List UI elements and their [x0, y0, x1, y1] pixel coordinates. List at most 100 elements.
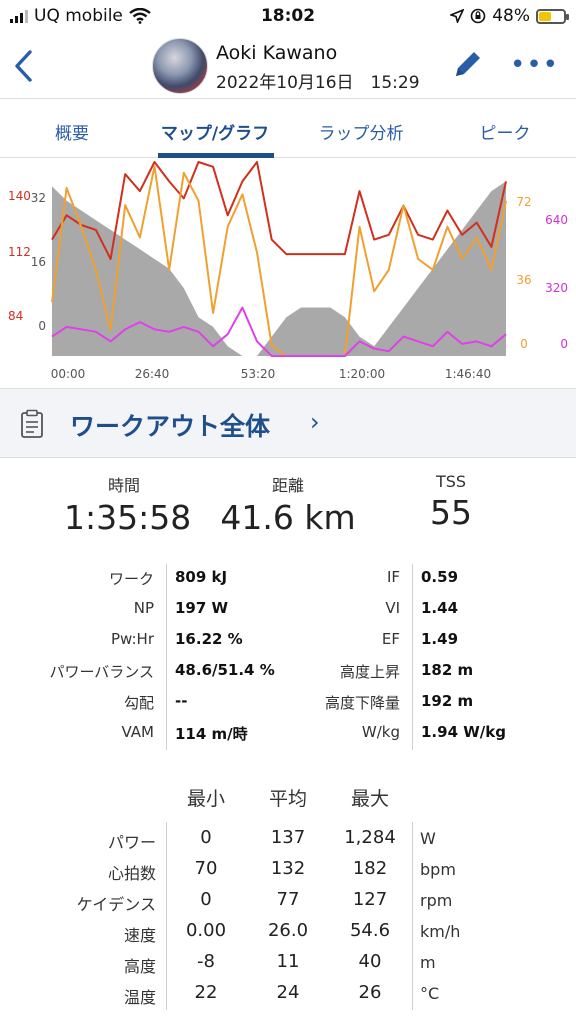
metric-row: パワーバランス 48.6/51.4 % 高度上昇 182 m	[0, 657, 576, 687]
cadence-axis-label: 72	[516, 195, 531, 209]
stats-min-value: 22	[194, 982, 218, 1003]
stats-label: 速度	[123, 926, 156, 945]
stats-unit: km/h	[420, 922, 461, 941]
power-axis-label: 0	[560, 337, 568, 351]
stats-header-min: 最小	[186, 788, 225, 810]
metric-label: VAM	[121, 723, 154, 741]
tab-lap-analysis[interactable]: ラップ分析	[308, 119, 414, 144]
stats-avg-value: 137	[270, 827, 306, 848]
speed-axis-label: 16	[31, 255, 46, 269]
stats-avg-value: 11	[276, 951, 300, 972]
back-arrow-icon[interactable]	[10, 46, 40, 86]
summary-label: TSS	[435, 472, 467, 491]
tab-map-graph[interactable]: マップ/グラフ	[150, 119, 280, 144]
chevron-right-icon: ›	[310, 408, 320, 436]
x-tick-label: 1:20:00	[339, 367, 385, 381]
stats-row: 速度 0.00 26.0 54.6 km/h	[0, 917, 576, 947]
battery-percent: 48%	[492, 6, 530, 26]
stats-min-value: 0	[200, 889, 212, 910]
metric-value: 182 m	[421, 661, 474, 679]
x-tick-label: 53:20	[241, 367, 276, 381]
stats-max-value: 40	[358, 951, 382, 972]
x-tick-label: 00:00	[51, 367, 86, 381]
stats-unit: °C	[420, 984, 440, 1003]
stats-label: パワー	[107, 833, 156, 852]
summary-value: 55	[430, 493, 472, 532]
metric-value: 0.59	[421, 568, 459, 586]
metric-row: ワーク 809 kJ IF 0.59	[0, 564, 576, 594]
power-axis-label: 640	[545, 213, 568, 227]
metric-label: 勾配	[123, 694, 154, 712]
tab-peak[interactable]: ピーク	[470, 119, 540, 144]
stats-max-value: 26	[358, 982, 382, 1003]
hr-axis-label: 84	[8, 309, 23, 323]
metric-row: Pw:Hr 16.22 % EF 1.49	[0, 626, 576, 656]
workout-section-header[interactable]: ワークアウト全体 ›	[0, 388, 576, 458]
battery-icon	[536, 8, 569, 24]
stats-row: 温度 22 24 26 °C	[0, 979, 576, 1009]
stats-unit: rpm	[420, 891, 453, 910]
metric-label: 高度上昇	[339, 663, 400, 681]
stats-max-value: 182	[352, 858, 388, 879]
stats-label: 高度	[123, 957, 156, 976]
metric-value: 1.94 W/kg	[421, 723, 506, 741]
stats-unit: W	[420, 829, 436, 848]
cadence-axis-label: 36	[516, 273, 531, 287]
metric-label: W/kg	[361, 723, 400, 741]
summary-value: 1:35:58	[64, 498, 192, 537]
athlete-name: Aoki Kawano	[216, 42, 338, 64]
stats-max-value: 1,284	[344, 827, 396, 848]
summary-label: 時間	[107, 476, 140, 495]
hr-axis-label: 112	[8, 245, 31, 259]
metric-value: 197 W	[175, 599, 229, 617]
tab-overview[interactable]: 概要	[52, 119, 92, 144]
metric-label: ワーク	[108, 570, 154, 588]
clipboard-icon	[21, 409, 43, 438]
metric-row: NP 197 W VI 1.44	[0, 595, 576, 625]
status-bar: UQ mobile 18:02 48%	[0, 0, 576, 34]
stats-label: 温度	[123, 988, 156, 1007]
stats-max-value: 54.6	[349, 920, 391, 941]
metric-value: --	[175, 692, 188, 710]
edit-pencil-icon[interactable]	[450, 46, 484, 82]
stats-row: ケイデンス 0 77 127 rpm	[0, 886, 576, 916]
metric-value: 16.22 %	[175, 630, 243, 648]
tab-bar: 概要 マップ/グラフ ラップ分析 ピーク	[0, 98, 576, 158]
metric-label: NP	[133, 599, 154, 617]
metric-label: 高度下降量	[324, 694, 400, 712]
rotation-lock-icon	[470, 8, 486, 24]
speed-axis-label: 32	[31, 191, 46, 205]
workout-date: 2022年10月16日 15:29	[216, 73, 420, 93]
athlete-avatar	[152, 38, 208, 94]
cadence-axis-label: 0	[520, 337, 528, 351]
stats-min-value: 0	[200, 827, 212, 848]
stats-row: 心拍数 70 132 182 bpm	[0, 855, 576, 885]
metric-row: VAM 114 m/時 W/kg 1.94 W/kg	[0, 719, 576, 749]
workout-chart[interactable]: 140 112 84 32 16 0 72 36 0 640 320 0 00:00 26:40 53:20…	[0, 158, 576, 388]
summary-duration: 時間 1:35:58	[64, 472, 192, 537]
metric-label: VI	[385, 599, 400, 617]
x-tick-label: 1:46:40	[445, 367, 491, 381]
summary-label: 距離	[271, 476, 304, 495]
metric-value: 192 m	[421, 692, 474, 710]
metric-label: パワーバランス	[49, 663, 154, 681]
stats-unit: m	[420, 953, 436, 972]
stats-label: 心拍数	[107, 864, 156, 883]
stats-label: ケイデンス	[76, 895, 156, 914]
stats-max-value: 127	[352, 889, 388, 910]
more-options-icon[interactable]: •••	[510, 52, 559, 78]
power-axis-label: 320	[545, 281, 568, 295]
metric-value: 1.49	[421, 630, 459, 648]
metric-row: 勾配 -- 高度下降量 192 m	[0, 688, 576, 718]
summary-distance: 距離 41.6 km	[218, 472, 358, 537]
summary-tss: TSS 55	[406, 472, 496, 532]
x-tick-label: 26:40	[135, 367, 170, 381]
section-title: ワークアウト全体	[70, 412, 271, 441]
stats-unit: bpm	[420, 860, 456, 879]
stats-avg-value: 132	[270, 858, 306, 879]
metric-label: IF	[386, 568, 400, 586]
summary-value: 41.6 km	[220, 498, 356, 537]
metric-label: EF	[381, 630, 400, 648]
stats-avg-value: 24	[276, 982, 300, 1003]
speed-axis-label: 0	[38, 319, 46, 333]
